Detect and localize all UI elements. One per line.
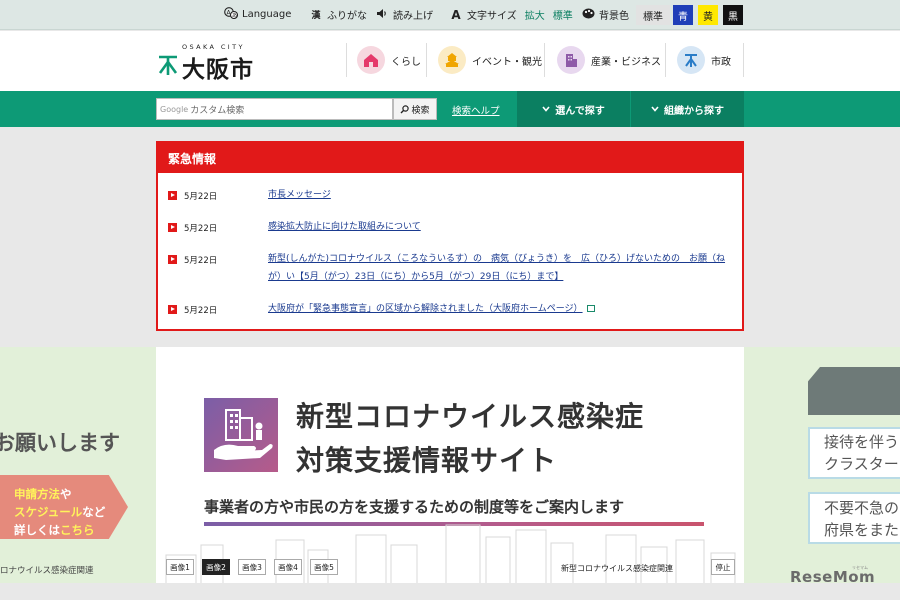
nav-divider	[743, 43, 744, 77]
language-icon: Aあ	[224, 7, 239, 22]
utility-bar: Aあ Language 漢 ふりがな 読み上げ A 文字サイズ 拡大 標準 背景…	[0, 0, 900, 30]
chevron-down-icon	[651, 106, 659, 112]
arrow-bullet-icon	[168, 255, 177, 264]
text-size-large-button[interactable]: 拡大	[525, 7, 545, 22]
banner-right-text: 不要不急の	[824, 499, 900, 517]
slide-control-3[interactable]: 画像3	[238, 559, 266, 575]
bg-yellow-button[interactable]: 黄	[698, 5, 718, 25]
banner-caption: 新型コロナウイルス感染症関連	[561, 564, 673, 573]
banner-left-heading: お願いします	[0, 431, 120, 455]
text-size-control: A 文字サイズ 拡大 標準	[449, 7, 573, 23]
page-bottom	[0, 583, 900, 600]
bg-color-control: 背景色	[581, 7, 629, 22]
item-date: 5月22日	[184, 224, 218, 234]
osaka-city-logo[interactable]: OSAKA CITY 大阪市	[158, 41, 268, 83]
banner-title-line1: 新型コロナウイルス感染症	[296, 400, 645, 433]
item-date: 5月22日	[184, 256, 218, 266]
furigana-link[interactable]: 漢 ふりがな	[309, 7, 367, 22]
nav-item-shisei[interactable]: 市政	[677, 43, 731, 77]
external-link-icon	[586, 305, 595, 312]
language-link[interactable]: Aあ Language	[224, 7, 291, 22]
svg-text:あ: あ	[232, 13, 237, 19]
item-date: 5月22日	[184, 192, 218, 202]
building-icon	[557, 46, 585, 74]
palette-icon	[581, 8, 595, 22]
bg-standard-button[interactable]: 標準	[636, 5, 670, 25]
nav-item-business[interactable]: 産業・ビジネス	[557, 43, 661, 77]
emergency-link[interactable]: 大阪府が「緊急事態宣言」の区域から解除されました（大阪府ホームページ）	[268, 300, 728, 318]
banner-title-line2: 対策支援情報サイト	[296, 444, 558, 477]
nav-item-events[interactable]: イベント・観光	[438, 43, 542, 77]
banner-subtitle: 事業者の方や市民の方を支援するための制度等をご案内します	[204, 498, 625, 516]
slide-stop-button[interactable]: 停止	[711, 559, 735, 575]
google-label: Google	[160, 104, 189, 114]
arrow-bullet-icon	[168, 223, 177, 232]
slide-control-5[interactable]: 画像5	[310, 559, 338, 575]
search-icon	[400, 104, 410, 113]
banner-slide-right[interactable]: 接待を伴う クラスター 不要不急の 府県をまた	[744, 347, 900, 583]
resemom-watermark-small: リセマム	[852, 565, 868, 570]
search-bar: Google カスタム検索 検索 検索ヘルプ 選んで探す 組織から探す	[0, 91, 900, 127]
bg-color-label: 背景色	[599, 11, 629, 22]
house-icon	[357, 46, 385, 74]
banner-left-arrow-text: 申請方法や スケジュールなど 詳しくはこちら	[14, 487, 106, 537]
text-size-label: 文字サイズ	[467, 11, 517, 22]
search-help-link[interactable]: 検索ヘルプ	[452, 103, 500, 117]
org-search-button[interactable]: 組織から探す	[631, 91, 744, 127]
furigana-icon: 漢	[311, 11, 321, 21]
search-input[interactable]: Google カスタム検索	[156, 98, 393, 120]
item-date: 5月22日	[184, 306, 218, 316]
arrow-bullet-icon	[168, 305, 177, 314]
banner-left-caption: ロナウイルス感染症関連	[0, 566, 94, 576]
site-header: OSAKA CITY 大阪市 くらし イベント・観光 産業・ビジネス 市政	[0, 31, 900, 91]
emergency-panel: 緊急情報 5月22日 市長メッセージ 5月22日 感染拡大防止に向けた取組みにつ…	[156, 141, 744, 331]
logo-text: 大阪市	[182, 57, 254, 83]
nav-divider	[426, 43, 427, 77]
bg-blue-button[interactable]: 青	[673, 5, 693, 25]
bg-black-button[interactable]: 黒	[723, 5, 743, 25]
slide-control-4[interactable]: 画像4	[274, 559, 302, 575]
banner-right-text: 府県をまた	[824, 521, 900, 539]
castle-icon	[438, 46, 466, 74]
city-emblem-icon	[158, 55, 178, 75]
emergency-link[interactable]: 感染拡大防止に向けた取組みについて	[268, 218, 728, 236]
emergency-heading: 緊急情報	[158, 143, 742, 173]
slide-control-1[interactable]: 画像1	[166, 559, 194, 575]
emergency-link[interactable]: 新型(しんがた)コロナウイルス（ころなういるす）の 病気（びょうき）を 広（ひろ…	[268, 250, 728, 286]
nav-divider	[346, 43, 347, 77]
arrow-bullet-icon	[168, 191, 177, 200]
banner-right-text: 接待を伴う	[824, 433, 900, 451]
business-support-icon	[204, 398, 278, 472]
read-aloud-label: 読み上げ	[393, 11, 433, 22]
speaker-icon	[375, 8, 389, 22]
read-aloud-link[interactable]: 読み上げ	[375, 7, 433, 22]
banner-right-text: クラスター	[824, 455, 899, 473]
language-label: Language	[242, 9, 292, 20]
banner-slide-main[interactable]: 新型コロナウイルス感染症 対策支援情報サイト 事業者の方や市民の方を支援するため…	[156, 347, 744, 583]
banner-slide-left[interactable]: お願いします 申請方法や スケジュールなど 詳しくはこちら ロナウイルス感染症関…	[0, 347, 156, 583]
nav-divider	[665, 43, 666, 77]
nav-item-kurashi[interactable]: くらし	[357, 43, 421, 77]
nav-divider	[544, 43, 545, 77]
browse-button[interactable]: 選んで探す	[517, 91, 630, 127]
slide-control-2[interactable]: 画像2	[202, 559, 230, 575]
text-size-standard-button[interactable]: 標準	[553, 7, 573, 22]
search-placeholder: カスタム検索	[190, 105, 245, 116]
text-size-icon: A	[451, 7, 461, 22]
furigana-label: ふりがな	[327, 11, 367, 22]
chevron-down-icon	[542, 106, 550, 112]
city-emblem-icon	[677, 46, 705, 74]
banner-right-tab	[808, 367, 900, 415]
emergency-link[interactable]: 市長メッセージ	[268, 186, 728, 204]
search-button[interactable]: 検索	[393, 98, 437, 120]
